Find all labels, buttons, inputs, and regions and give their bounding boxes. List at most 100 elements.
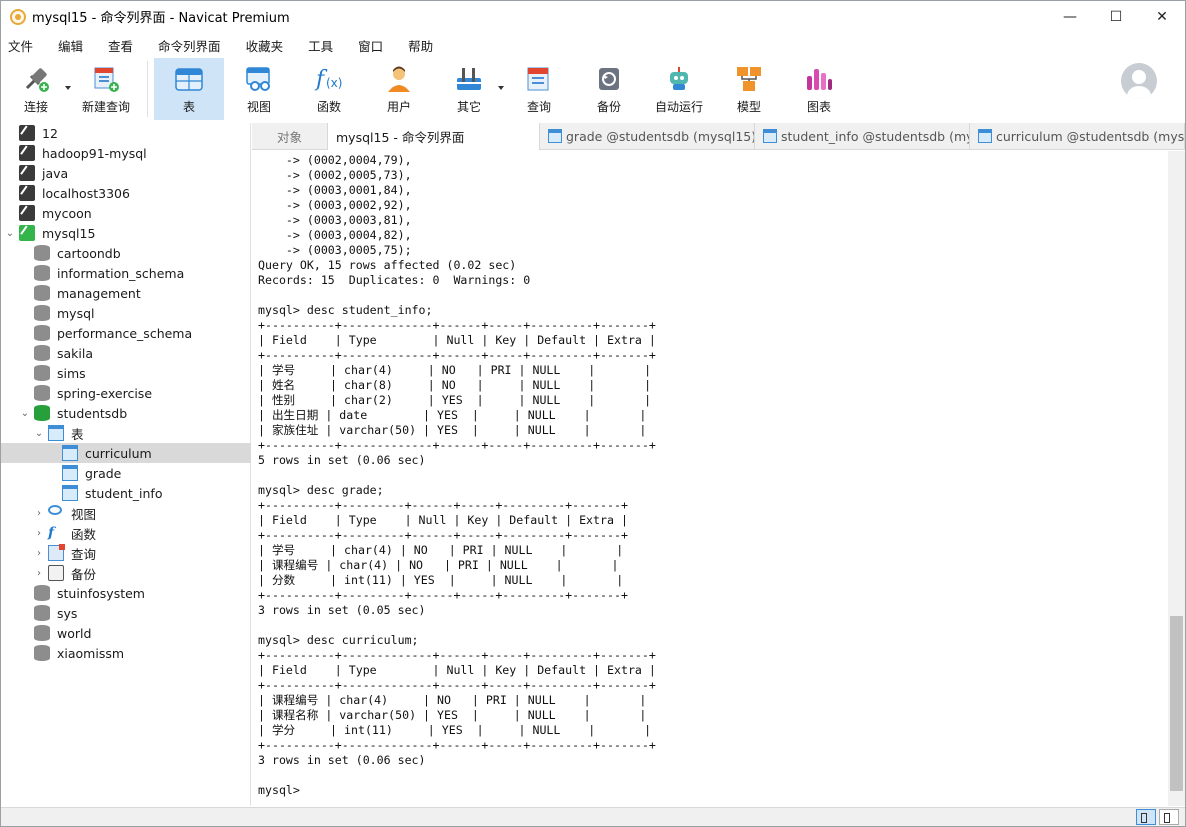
menu-item[interactable]: 窗口 [352,36,389,55]
database-icon [34,325,50,341]
navicat-app-icon [10,8,26,25]
tree-item[interactable]: student_info [1,483,251,503]
toolbar-button[interactable]: 表 [154,58,224,120]
window-controls: — ☐ ✕ [1047,1,1185,32]
minimize-button[interactable]: — [1047,1,1093,32]
scrollbar-thumb[interactable] [1170,616,1183,791]
chevron-down-icon[interactable]: ⌄ [5,228,15,239]
tree-item[interactable]: ⌄ mysql15 [1,223,251,243]
menu-item[interactable]: 查看 [102,36,139,55]
tree-item[interactable]: sims [1,363,251,383]
maximize-button[interactable]: ☐ [1093,1,1139,32]
console-line: +----------+-------------+------+-----+-… [258,648,656,662]
tab-table[interactable]: grade @studentsdb (mysql15)... [540,123,755,149]
menu-item[interactable]: 编辑 [52,36,89,55]
toolbar-button[interactable]: 连接 [1,58,71,120]
layout-toggle-right-icon[interactable] [1159,809,1179,825]
tree-item[interactable]: java [1,163,251,183]
toolbar-button[interactable]: 自动运行 [644,58,714,120]
menu-item[interactable]: 文件 [1,36,39,55]
tree-item[interactable]: world [1,623,251,643]
toolbar-button[interactable]: 模型 [714,58,784,120]
tree-item[interactable]: stuinfosystem [1,583,251,603]
tree-item[interactable]: spring-exercise [1,383,251,403]
tab-label: 对象 [276,129,302,145]
tree-item[interactable]: mycoon [1,203,251,223]
console-line: 5 rows in set (0.06 sec) [258,453,426,467]
tree-item[interactable]: › 查询 [1,543,251,563]
navicat-window: mysql15 - 命令列界面 - Navicat Premium — ☐ ✕ … [0,0,1186,827]
user-avatar-icon[interactable] [1121,63,1157,99]
menu-item[interactable]: 收藏夹 [240,36,290,55]
tree-item[interactable]: sys [1,603,251,623]
tree-item-label: xiaomissm [57,645,125,661]
command-line-console[interactable]: -> (0002,0004,79), -> (0002,0005,73), ->… [252,151,1168,806]
database-icon [34,345,50,361]
tree-item[interactable]: ⌄ studentsdb [1,403,251,423]
toolbar-button[interactable]: 备份 [574,58,644,120]
connection-icon [19,125,35,141]
tree-item-label: 12 [42,125,58,141]
toolbar-button[interactable]: 查询 [504,58,574,120]
tree-item[interactable]: sakila [1,343,251,363]
tab-bar: 对象 >_mysql15 - 命令列界面 grade @studentsdb (my… [252,123,1185,287]
chevron-right-icon[interactable]: › [34,528,44,539]
tab-table[interactable]: student_info @studentsdb (my... [755,123,970,149]
tree-item[interactable]: curriculum [1,443,251,463]
tree-item-label: sims [57,365,86,381]
tree-item-label: management [57,285,141,301]
tree-item[interactable]: › 备份 [1,563,251,583]
tree-item[interactable]: › f 函数 [1,523,251,543]
table-icon [174,64,204,94]
toolbar-button[interactable]: 用户 [364,58,434,120]
backup-icon [48,565,64,581]
console-line: +----------+---------+------+-----+-----… [258,528,628,542]
tree-item[interactable]: xiaomissm [1,643,251,663]
tree-item[interactable]: 12 [1,123,251,143]
close-button[interactable]: ✕ [1139,1,1185,32]
toolbar-button[interactable]: 图表 [784,58,854,120]
chevron-right-icon[interactable]: › [34,548,44,559]
menu-item[interactable]: 帮助 [402,36,439,55]
tab-objects[interactable]: 对象 [252,123,328,149]
connection-open-icon [19,225,35,241]
tab-console[interactable]: >_mysql15 - 命令列界面 [328,123,540,287]
chevron-right-icon[interactable]: › [34,568,44,579]
tree-item[interactable]: › 视图 [1,503,251,523]
model-icon [734,64,764,94]
tree-item[interactable]: management [1,283,251,303]
chevron-right-icon[interactable]: › [34,508,44,519]
tab-table[interactable]: curriculum @studentsdb (mys... [970,123,1185,149]
toolbar-button[interactable]: 视图 [224,58,294,120]
tree-item[interactable]: ⌄ 表 [1,423,251,443]
console-line: -> (0003,0004,82), [258,228,412,242]
toolbar-button[interactable]: f (x) 函数 [294,58,364,120]
menu-item[interactable]: 命令列界面 [152,36,227,55]
tree-item[interactable]: information_schema [1,263,251,283]
toolbar-button[interactable]: 其它 [434,58,504,120]
console-line: +----------+---------+------+-----+-----… [258,498,628,512]
robot-icon [664,64,694,94]
layout-toggle-left-icon[interactable] [1136,809,1156,825]
chevron-down-icon[interactable]: ⌄ [34,428,44,439]
chevron-down-icon[interactable]: ⌄ [20,408,30,419]
connection-icon [21,64,51,94]
menu-item[interactable]: 工具 [302,36,339,55]
tree-item[interactable]: hadoop91-mysql [1,143,251,163]
tree-item[interactable]: mysql [1,303,251,323]
tree-item[interactable]: localhost3306 [1,183,251,203]
console-scrollbar[interactable] [1168,151,1185,806]
console-line: | 课程名称 | varchar(50) | YES | | NULL | | [258,708,647,722]
console-line: | 学号 | char(4) | NO | PRI | NULL | | [258,543,624,557]
toolbar-button-label: 视图 [246,100,271,114]
table-icon [62,465,78,481]
tree-item[interactable]: cartoondb [1,243,251,263]
menu-bar: 文件 编辑 查看 命令列界面 收藏夹 工具 窗口 帮助 [1,34,452,56]
tree-item-label: 表 [71,426,84,442]
tree-item[interactable]: grade [1,463,251,483]
console-line: | 性别 | char(2) | YES | | NULL | | [258,393,652,407]
toolbar-button[interactable]: 新建查询 [71,58,141,120]
console-line: -> (0002,0004,79), [258,153,412,167]
database-icon [34,605,50,621]
tree-item[interactable]: performance_schema [1,323,251,343]
